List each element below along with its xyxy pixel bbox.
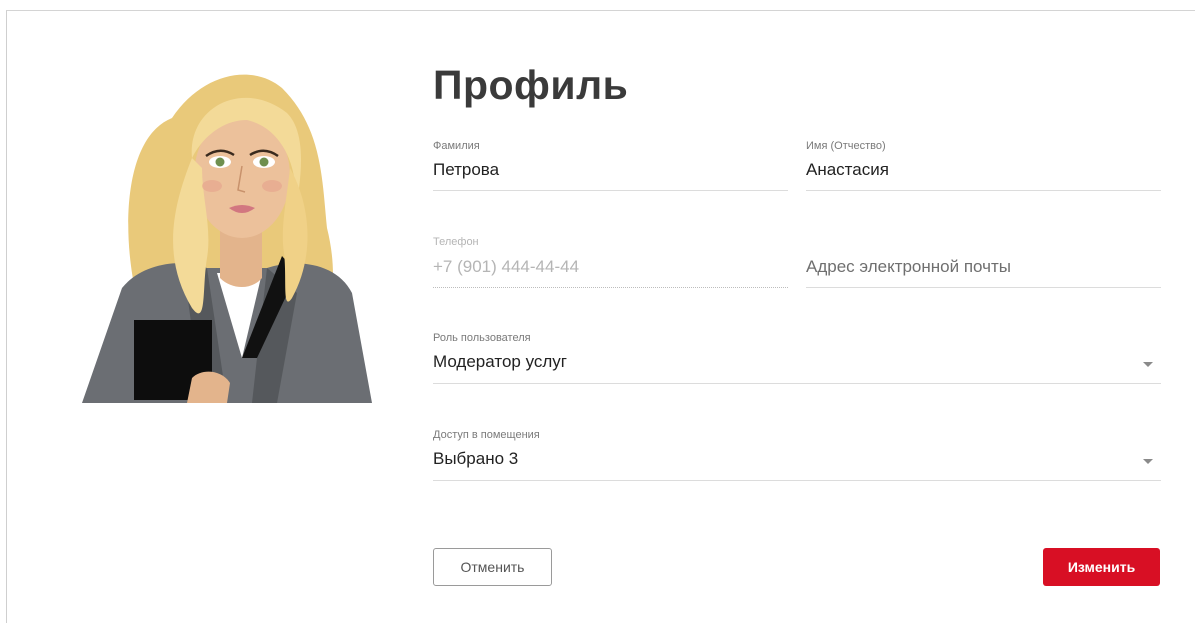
avatar-illustration xyxy=(82,74,372,403)
email-placeholder: Адрес электронной почты xyxy=(806,257,1011,276)
last-name-field[interactable]: Фамилия Петрова xyxy=(433,140,788,191)
first-name-field[interactable]: Имя (Отчество) Анастасия xyxy=(806,140,1161,191)
phone-value: +7 (901) 444-44-44 xyxy=(433,257,580,276)
chevron-down-icon[interactable] xyxy=(1143,362,1153,367)
avatar xyxy=(52,58,397,403)
role-label: Роль пользователя xyxy=(433,332,531,344)
access-select[interactable]: Доступ в помещения Выбрано 3 xyxy=(433,429,1161,481)
access-value: Выбрано 3 xyxy=(433,449,519,468)
last-name-label: Фамилия xyxy=(433,140,480,152)
chevron-down-icon[interactable] xyxy=(1143,459,1153,464)
last-name-value: Петрова xyxy=(433,160,500,179)
email-field[interactable]: Адрес электронной почты xyxy=(806,236,1161,288)
role-value: Модератор услуг xyxy=(433,352,567,371)
page-title: Профиль xyxy=(433,62,629,108)
save-button[interactable]: Изменить xyxy=(1043,548,1160,586)
phone-label: Телефон xyxy=(433,236,479,248)
first-name-label: Имя (Отчество) xyxy=(806,140,886,152)
cancel-button[interactable]: Отменить xyxy=(433,548,552,586)
role-select[interactable]: Роль пользователя Модератор услуг xyxy=(433,332,1161,384)
first-name-value: Анастасия xyxy=(806,160,889,179)
phone-field[interactable]: Телефон +7 (901) 444-44-44 xyxy=(433,236,788,288)
access-label: Доступ в помещения xyxy=(433,429,540,441)
